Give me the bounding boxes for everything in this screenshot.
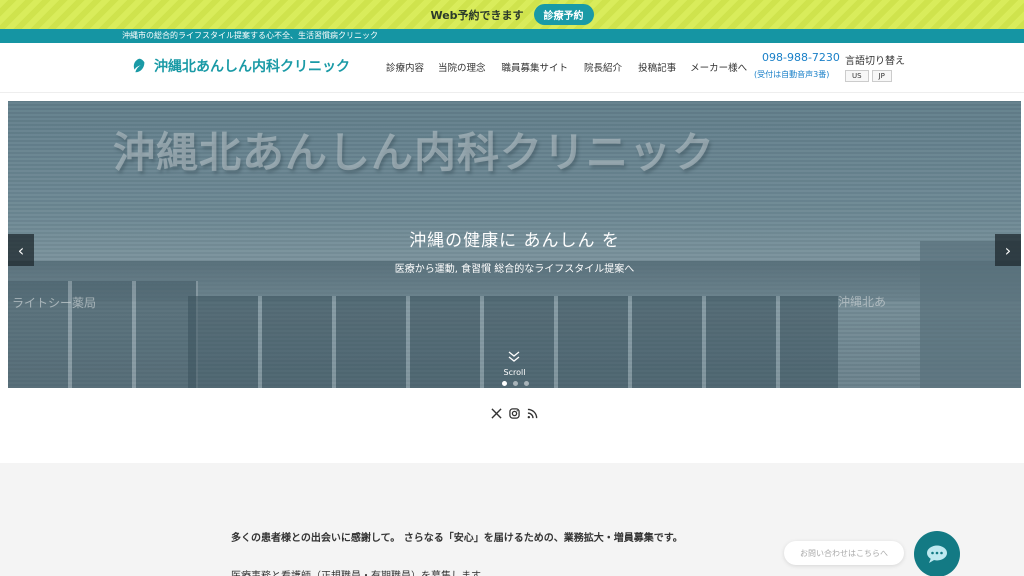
promo-text: Web予約できます xyxy=(430,8,524,22)
tagline-bar: 沖縄市の総合的ライフスタイル提案する心不全、生活習慣病クリニック xyxy=(0,29,1024,43)
main-nav: 診療内容 当院の理念 職員募集サイト 院長紹介 投稿記事 メーカー様へ xyxy=(386,60,747,74)
hero-title: 沖縄の健康に あんしん を xyxy=(409,231,620,251)
scroll-label: Scroll xyxy=(503,368,526,377)
language-switcher: US JP xyxy=(845,70,892,82)
chat-button[interactable] xyxy=(914,531,960,576)
slider-dot[interactable] xyxy=(513,381,518,386)
nav-item-philosophy[interactable]: 当院の理念 xyxy=(438,60,486,74)
reservation-button[interactable]: 診療予約 xyxy=(533,4,594,25)
nav-item-director[interactable]: 院長紹介 xyxy=(584,60,622,74)
rss-icon[interactable] xyxy=(527,408,538,419)
slider-dot[interactable] xyxy=(502,381,507,386)
nav-item-makers[interactable]: メーカー様へ xyxy=(690,60,747,74)
chat-bubble-icon xyxy=(927,545,947,563)
nav-item-posts[interactable]: 投稿記事 xyxy=(638,60,676,74)
x-icon[interactable] xyxy=(491,408,502,419)
logo[interactable]: 沖縄北あんしん内科クリニック xyxy=(130,56,350,76)
phone-number[interactable]: 098-988-7230 xyxy=(762,51,840,64)
chevron-left-icon: ‹ xyxy=(17,240,25,260)
social-links xyxy=(491,408,538,419)
tagline-text: 沖縄市の総合的ライフスタイル提案する心不全、生活習慣病クリニック xyxy=(122,31,378,40)
chevron-right-icon: › xyxy=(1004,240,1012,260)
logo-text: 沖縄北あんしん内科クリニック xyxy=(154,59,350,75)
lang-us-button[interactable]: US xyxy=(845,70,869,82)
chat-prompt-text: お問い合わせはこちらへ xyxy=(800,548,888,558)
intro-heading: 多くの患者様との出会いに感謝して。 さらなる「安心」を届けるための、業務拡大・増… xyxy=(231,533,683,544)
hero-slider: 沖縄北あんしん内科クリニック ライトシー薬局 沖縄北あ 沖縄の健康に あんしん … xyxy=(8,101,1021,388)
chevron-down-icon[interactable] xyxy=(507,351,521,363)
promo-bar: Web予約できます 診療予約 xyxy=(0,0,1024,29)
leaf-logo-icon xyxy=(133,58,145,73)
slider-dots xyxy=(502,381,529,386)
phone-note: (受付は自動音声3番) xyxy=(754,70,830,79)
lang-jp-button[interactable]: JP xyxy=(871,70,892,82)
slider-next-button[interactable]: › xyxy=(995,234,1021,266)
instagram-icon[interactable] xyxy=(509,408,520,419)
nav-item-recruit[interactable]: 職員募集サイト xyxy=(502,60,569,74)
hero-subtitle: 医療から運動, 食習慣 総合的なライフスタイル提案へ xyxy=(394,264,635,275)
nav-item-services[interactable]: 診療内容 xyxy=(386,60,424,74)
language-label: 言語切り替え xyxy=(845,56,905,67)
slider-prev-button[interactable]: ‹ xyxy=(8,234,34,266)
site-header: 沖縄北あんしん内科クリニック 診療内容 当院の理念 職員募集サイト 院長紹介 投… xyxy=(0,43,1024,93)
intro-text: 医療事務と看護師（正規職員・有期職員）を募集します xyxy=(231,567,481,576)
chat-prompt[interactable]: お問い合わせはこちらへ xyxy=(784,541,904,565)
slider-dot[interactable] xyxy=(524,381,529,386)
